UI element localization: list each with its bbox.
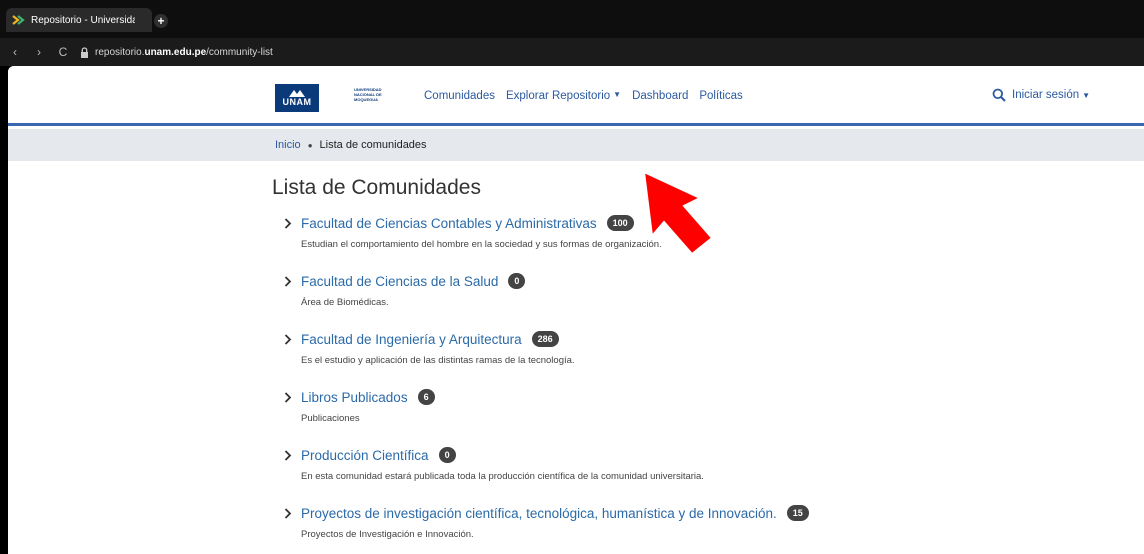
lock-icon	[80, 46, 89, 58]
breadcrumb: Inicio ● Lista de comunidades	[8, 129, 1144, 161]
annotation-arrow-icon	[642, 170, 714, 256]
breadcrumb-separator-icon: ●	[307, 140, 313, 150]
community-list: Facultad de Ciencias Contables y Adminis…	[284, 214, 1104, 554]
item-count-badge: 6	[417, 389, 435, 405]
browser-tab[interactable]: Repositorio - Universidad	[6, 8, 152, 32]
item-count-badge: 100	[606, 215, 634, 231]
url-domain: unam.edu.pe	[144, 46, 207, 58]
unam-logo[interactable]: UNAM	[275, 84, 319, 112]
page-title: Lista de Comunidades	[272, 176, 481, 199]
item-count-badge: 15	[786, 505, 809, 521]
list-item: Facultad de Ingeniería y Arquitectura 28…	[284, 330, 1104, 388]
community-description: Publicaciones	[301, 413, 360, 424]
nav-explorar-label: Explorar Repositorio	[505, 90, 611, 102]
item-count-badge: 0	[438, 447, 456, 463]
nav-politicas[interactable]: Políticas	[699, 90, 742, 102]
address-bar[interactable]: repositorio.unam.edu.pe/community-list	[95, 47, 273, 58]
community-link[interactable]: Facultad de Ciencias de la Salud	[301, 274, 498, 289]
browser-tab-strip: Repositorio - Universidad +	[0, 0, 1144, 38]
chevron-right-icon[interactable]	[284, 449, 294, 461]
community-description: Área de Biomédicas.	[301, 297, 389, 308]
main-nav: Comunidades Explorar Repositorio ▼ Dashbo…	[424, 90, 743, 102]
item-count-badge: 286	[531, 331, 559, 347]
url-path: /community-list	[206, 46, 273, 58]
chevron-right-icon[interactable]	[284, 333, 294, 345]
new-tab-button[interactable]: +	[154, 14, 168, 28]
community-link[interactable]: Producción Científica	[301, 448, 429, 463]
login-menu[interactable]: Iniciar sesión ▼	[992, 88, 1090, 102]
page-viewport: UNAM UNIVERSIDAD NACIONAL DE MOQUEGUA Co…	[8, 66, 1144, 554]
list-item: Producción Científica 0 En esta comunida…	[284, 446, 1104, 504]
browser-toolbar: ‹ › C repositorio.unam.edu.pe/community-…	[0, 38, 1144, 66]
site-favicon-icon	[12, 13, 26, 27]
chevron-right-icon[interactable]	[284, 217, 294, 229]
caret-down-icon: ▼	[613, 90, 622, 99]
caret-down-icon: ▼	[1082, 90, 1091, 100]
logo-mark: UNAM	[282, 97, 312, 107]
breadcrumb-home[interactable]: Inicio	[275, 139, 301, 151]
site-header: UNAM UNIVERSIDAD NACIONAL DE MOQUEGUA Co…	[8, 66, 1144, 126]
community-link[interactable]: Libros Publicados	[301, 390, 408, 405]
reload-button[interactable]: C	[54, 45, 72, 59]
item-count-badge: 0	[508, 273, 526, 289]
back-button[interactable]: ‹	[6, 45, 24, 59]
chevron-right-icon[interactable]	[284, 507, 294, 519]
list-item: Libros Publicados 6 Publicaciones	[284, 388, 1104, 446]
logo-emblem-icon	[289, 90, 305, 97]
nav-comunidades[interactable]: Comunidades	[424, 90, 495, 102]
forward-button[interactable]: ›	[30, 45, 48, 59]
url-prefix: repositorio.	[95, 46, 145, 58]
search-icon	[992, 88, 1006, 102]
community-description: Proyectos de Investigación e Innovación.	[301, 529, 474, 540]
list-item: Proyectos de investigación científica, t…	[284, 504, 1104, 554]
login-label: Iniciar sesión	[1012, 89, 1080, 101]
community-link[interactable]: Facultad de Ciencias Contables y Adminis…	[301, 216, 597, 231]
chevron-right-icon[interactable]	[284, 275, 294, 287]
nav-dashboard[interactable]: Dashboard	[632, 90, 688, 102]
community-link[interactable]: Proyectos de investigación científica, t…	[301, 506, 777, 521]
tab-title: Repositorio - Universidad	[31, 14, 135, 26]
breadcrumb-current: Lista de comunidades	[319, 139, 427, 151]
logo-caption: UNIVERSIDAD NACIONAL DE MOQUEGUA	[354, 87, 382, 102]
community-link[interactable]: Facultad de Ingeniería y Arquitectura	[301, 332, 522, 347]
chevron-right-icon[interactable]	[284, 391, 294, 403]
nav-explorar-repositorio[interactable]: Explorar Repositorio ▼	[506, 90, 621, 102]
list-item: Facultad de Ciencias de la Salud 0 Área …	[284, 272, 1104, 330]
community-description: Es el estudio y aplicación de las distin…	[301, 355, 575, 366]
community-description: En esta comunidad estará publicada toda …	[301, 471, 704, 482]
